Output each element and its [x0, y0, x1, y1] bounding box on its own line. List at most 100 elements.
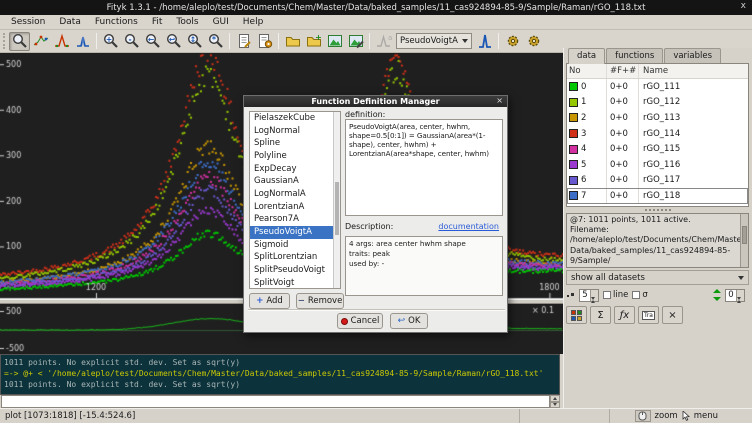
definition-textarea[interactable]: PseudoVoigtA(area, center, hwhm, shape=0…	[345, 119, 503, 216]
toolbar-separator	[96, 33, 97, 49]
table-row[interactable]: 00+0rGO_111	[567, 79, 748, 95]
table-row[interactable]: 70+0rGO_118	[567, 188, 748, 204]
function-definition-manager-dialog: Function Definition Manager × PielaszekC…	[243, 95, 508, 333]
mouse-icon	[638, 411, 647, 421]
tab-variables[interactable]: variables	[664, 48, 721, 64]
tab-functions[interactable]: functions	[606, 48, 663, 64]
run-fit-button[interactable]	[502, 32, 523, 51]
colors-button[interactable]	[566, 306, 587, 324]
function-list-item[interactable]: SplitLorentzian	[250, 251, 340, 264]
line-checkbox[interactable]: line	[603, 290, 628, 300]
table-row[interactable]: 10+0rGO_112	[567, 95, 748, 111]
table-row[interactable]: 30+0rGO_114	[567, 126, 748, 142]
datasets-filter-select[interactable]: show all datasets	[566, 270, 749, 285]
previous-zoom-button[interactable]: ←	[142, 32, 163, 51]
function-list-item[interactable]: PseudoVoigtA	[250, 226, 340, 239]
function-list-item[interactable]: Spline	[250, 137, 340, 150]
shift-stepper[interactable]: 0	[725, 289, 745, 302]
menu-functions[interactable]: Functions	[88, 16, 145, 28]
table-row[interactable]: 20+0rGO_113	[567, 110, 748, 126]
save-image-button[interactable]	[324, 32, 345, 51]
table-row[interactable]: 50+0rGO_116	[567, 157, 748, 173]
dataset-color-swatch[interactable]	[569, 82, 578, 91]
output-console[interactable]: 1011 points. No explicit std. dev. Set a…	[0, 354, 560, 395]
toolbar-handle[interactable]	[3, 33, 6, 49]
function-list-item[interactable]: LogNormalA	[250, 188, 340, 201]
dataset-color-swatch[interactable]	[569, 191, 578, 200]
dataset-color-swatch[interactable]	[569, 129, 578, 138]
function-list-item[interactable]: LogNormal	[250, 125, 340, 138]
data-range-mode-icon	[33, 33, 49, 49]
function-info-box: 4 args: area center hwhm shapetraits: pe…	[345, 236, 503, 296]
window-titlebar[interactable]: Fityk 1.3.1 - /home/aleplo/test/Document…	[0, 0, 752, 15]
dataset-color-swatch[interactable]	[569, 98, 578, 107]
function-list-item[interactable]: PielaszekCube	[250, 112, 340, 125]
function-list-item[interactable]: GaussianA	[250, 175, 340, 188]
command-history-spinner[interactable]	[550, 395, 560, 408]
function-type-list[interactable]: PielaszekCubeLogNormalSplinePolylineExpD…	[249, 111, 341, 289]
function-list-item[interactable]: Sigmoid	[250, 239, 340, 252]
dataset-info-box[interactable]: @7: 1011 points, 1011 active.Filename: /…	[566, 213, 749, 268]
function-list-item[interactable]: Polyline	[250, 150, 340, 163]
data-range-mode-button[interactable]	[30, 32, 51, 51]
function-list-item[interactable]: SplitPseudoVoigt	[250, 264, 340, 277]
append-data-button[interactable]: +	[303, 32, 324, 51]
dataset-color-swatch[interactable]	[569, 176, 578, 185]
menu-data[interactable]: Data	[52, 16, 88, 28]
remove-button[interactable]: − Remove	[296, 293, 344, 309]
dataset-color-swatch[interactable]	[569, 160, 578, 169]
dataset-color-swatch[interactable]	[569, 113, 578, 122]
function-list-item[interactable]: SplitVoigt	[250, 277, 340, 289]
command-input[interactable]	[1, 395, 550, 408]
function-list-item[interactable]: LorentzianA	[250, 201, 340, 214]
zoom-in-button[interactable]: +	[100, 32, 121, 51]
undo-zoom-button[interactable]: ↩	[163, 32, 184, 51]
tab-data[interactable]: data	[568, 48, 605, 64]
function-type-select[interactable]: PseudoVoigtA	[396, 33, 472, 49]
functions-button[interactable]: ƒx	[614, 306, 635, 324]
info-scrollbar[interactable]	[740, 214, 748, 267]
function-list-item[interactable]: Pearson7A	[250, 213, 340, 226]
add-button[interactable]: + Add	[249, 293, 290, 309]
export-image-button[interactable]	[345, 32, 366, 51]
function-list-item[interactable]: ExpDecay	[250, 163, 340, 176]
dialog-titlebar[interactable]: Function Definition Manager ×	[244, 96, 507, 107]
zoom-vertically-button[interactable]: ↕	[184, 32, 205, 51]
dataset-color-swatch[interactable]	[569, 145, 578, 154]
dialog-separator	[248, 309, 505, 311]
load-data-button[interactable]	[282, 32, 303, 51]
window-close-icon[interactable]: x	[741, 1, 746, 11]
dialog-close-icon[interactable]: ×	[496, 96, 503, 105]
menu-gui[interactable]: GUI	[206, 16, 236, 28]
menu-help[interactable]: Help	[236, 16, 271, 28]
add-peak-mode-button[interactable]	[72, 32, 93, 51]
cancel-button[interactable]: Cancel	[337, 313, 383, 329]
auto-add-peak-button: a	[373, 32, 394, 51]
table-row[interactable]: 60+0rGO_117	[567, 173, 748, 189]
menu-tools[interactable]: Tools	[169, 16, 205, 28]
edit-script-button[interactable]	[233, 32, 254, 51]
zoom-out-button[interactable]: -	[121, 32, 142, 51]
zoom-mode-button[interactable]	[9, 32, 30, 51]
menu-session[interactable]: Session	[4, 16, 52, 28]
point-size-stepper[interactable]: 5	[579, 289, 599, 302]
table-row[interactable]: 40+0rGO_115	[567, 141, 748, 157]
background-mode-button[interactable]	[51, 32, 72, 51]
fit-settings-button[interactable]	[523, 32, 544, 51]
mouse-config-button[interactable]	[635, 410, 651, 422]
delete-button[interactable]: ×	[662, 306, 683, 324]
ok-button[interactable]: ↩ OK	[390, 313, 428, 329]
minus-icon: −	[298, 296, 305, 306]
documentation-link[interactable]: documentation	[438, 222, 499, 231]
status-spacer	[520, 409, 610, 423]
transform-button[interactable]: Tra	[638, 306, 659, 324]
sum-button[interactable]: Σ	[590, 306, 611, 324]
menu-fit[interactable]: Fit	[145, 16, 170, 28]
add-peak-mode-icon	[75, 33, 91, 49]
zoom-all-button[interactable]: *	[205, 32, 226, 51]
sigma-checkbox[interactable]: σ	[632, 290, 647, 300]
add-peak-button[interactable]	[474, 32, 495, 51]
list-scrollbar[interactable]	[333, 112, 340, 288]
toolbar-separator	[229, 33, 230, 49]
execute-script-button[interactable]	[254, 32, 275, 51]
